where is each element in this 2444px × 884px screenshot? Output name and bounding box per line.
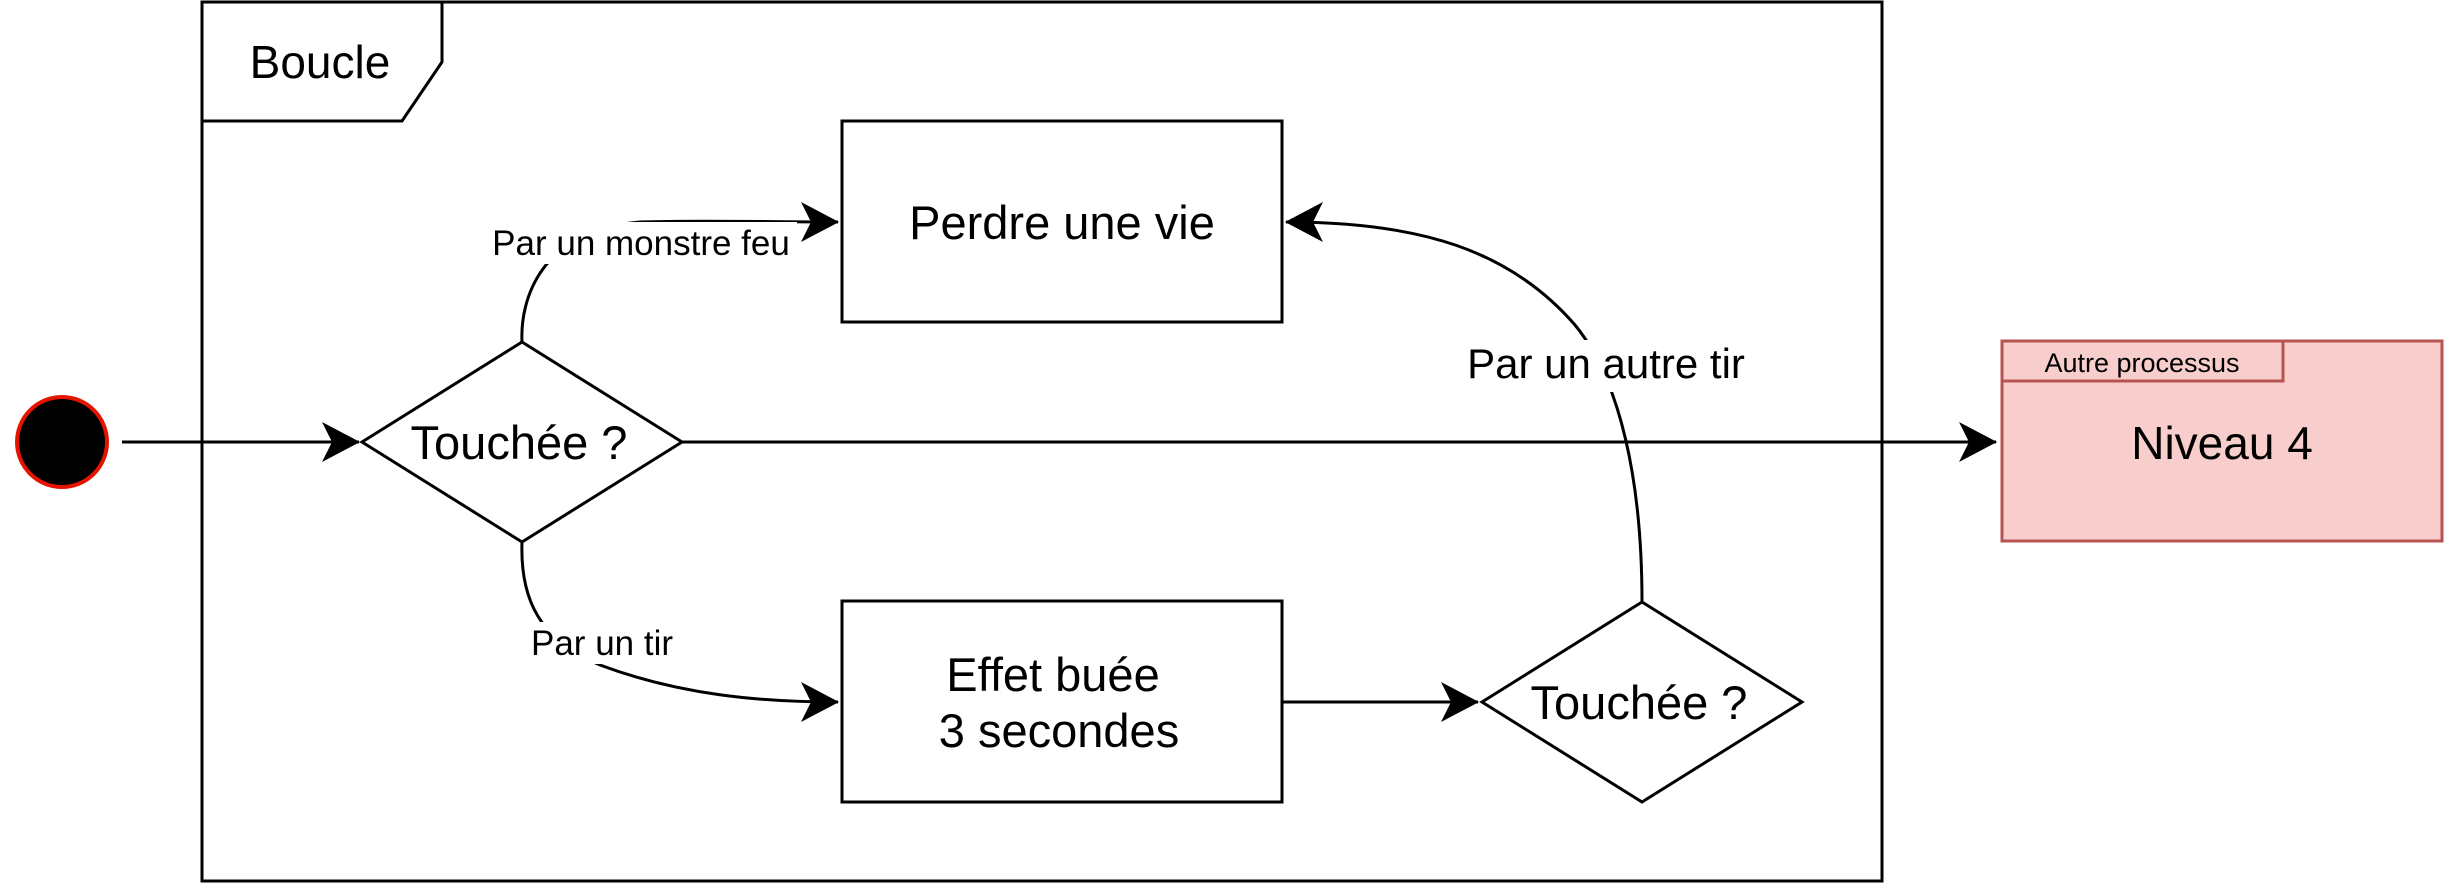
decision-hit-2-label: Touchée ?	[1531, 676, 1748, 729]
package-tab-label: Autre processus	[2044, 348, 2239, 378]
action-fog-effect-line2: 3 secondes	[939, 704, 1179, 757]
decision-hit-1: Touchée ?	[359, 340, 685, 544]
package-label: Niveau 4	[2131, 417, 2313, 469]
edge-fire-monster-label: Par un monstre feu	[492, 224, 790, 263]
decision-hit-1-label: Touchée ?	[411, 416, 628, 469]
start-node	[15, 395, 109, 489]
action-lose-life-label: Perdre une vie	[909, 196, 1215, 249]
action-fog-effect: Effet buée 3 secondes	[840, 599, 1284, 804]
edge-other-shot-label: Par un autre tir	[1467, 340, 1745, 387]
decision-hit-2: Touchée ?	[1479, 600, 1805, 804]
action-fog-effect-line1: Effet buée	[946, 648, 1159, 701]
activity-diagram: Boucle Touchée ? Par un monstre feu Par …	[15, 0, 2444, 883]
edge-shot-label: Par un tir	[531, 624, 673, 663]
edge-other-shot	[1285, 202, 1644, 603]
package-other-process: Autre processus Niveau 4	[2000, 339, 2444, 543]
action-lose-life: Perdre une vie	[840, 119, 1284, 324]
loop-frame-label: Boucle	[250, 36, 391, 88]
